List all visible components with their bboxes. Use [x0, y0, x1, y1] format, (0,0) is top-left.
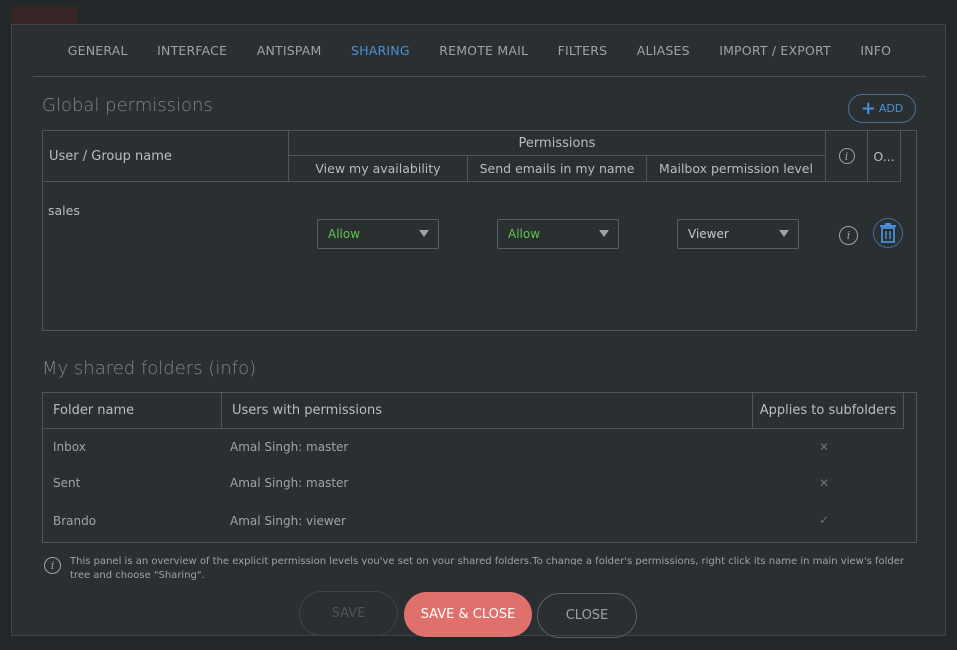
chevron-down-icon: [599, 230, 609, 237]
folder-name-cell[interactable]: Brando: [53, 514, 96, 528]
settings-dialog: GENERAL INTERFACE ANTISPAM SHARING REMOT…: [11, 24, 946, 636]
view-availability-value: Allow: [328, 227, 361, 241]
folder-users-cell: Amal Singh: master: [230, 440, 349, 454]
shared-folders-table: Folder name Users with permissions Appli…: [42, 392, 917, 543]
add-permission-button[interactable]: + ADD: [848, 94, 916, 123]
header-view-availability: View my availability: [289, 156, 468, 182]
checkmark-icon: ✓: [819, 513, 830, 527]
header-info: i: [826, 131, 868, 182]
chevron-down-icon: [779, 230, 789, 237]
tab-interface[interactable]: INTERFACE: [157, 43, 227, 58]
tab-filters[interactable]: FILTERS: [558, 43, 608, 58]
tab-aliases[interactable]: ALIASES: [637, 43, 690, 58]
tab-antispam[interactable]: ANTISPAM: [257, 43, 322, 58]
header-mailbox-level: Mailbox permission level: [647, 156, 826, 182]
info-icon[interactable]: i: [838, 148, 855, 164]
row-info-icon[interactable]: i: [839, 226, 858, 245]
settings-tabs: GENERAL INTERFACE ANTISPAM SHARING REMOT…: [33, 25, 926, 77]
tab-info[interactable]: INFO: [860, 43, 891, 58]
mailbox-level-select[interactable]: Viewer: [677, 219, 799, 249]
tab-general[interactable]: GENERAL: [68, 43, 128, 58]
folder-users-cell: Amal Singh: master: [230, 476, 349, 490]
header-folder-name: Folder name: [43, 393, 222, 429]
close-icon: ✕: [819, 440, 830, 454]
folder-users-cell: Amal Singh: viewer: [230, 514, 346, 528]
send-emails-value: Allow: [508, 227, 541, 241]
header-permissions: Permissions: [289, 131, 826, 156]
add-button-label: ADD: [878, 102, 904, 115]
shared-folders-title: My shared folders (info): [42, 358, 257, 379]
save-button[interactable]: SAVE: [299, 591, 398, 636]
info-icon: i: [44, 557, 61, 574]
view-availability-select[interactable]: Allow: [317, 219, 439, 249]
tab-remote-mail[interactable]: REMOTE MAIL: [439, 43, 528, 58]
global-permissions-title: Global permissions: [42, 95, 213, 116]
chevron-down-icon: [419, 230, 429, 237]
folder-name-cell[interactable]: Inbox: [53, 440, 86, 454]
close-icon: ✕: [819, 476, 830, 490]
trash-icon: [880, 223, 896, 243]
folder-name-cell[interactable]: Sent: [53, 476, 80, 490]
tab-sharing[interactable]: SHARING: [351, 43, 410, 58]
global-permissions-table: User / Group name Permissions View my av…: [42, 130, 917, 331]
header-send-emails: Send emails in my name: [468, 156, 647, 182]
header-user-group: User / Group name: [43, 131, 289, 182]
delete-permission-button[interactable]: [873, 218, 903, 248]
header-other: O...: [868, 131, 901, 182]
header-applies-subfolders: Applies to subfolders: [753, 393, 904, 429]
save-and-close-button[interactable]: SAVE & CLOSE: [404, 592, 532, 637]
plus-icon: +: [860, 97, 876, 119]
mailbox-level-value: Viewer: [688, 227, 729, 241]
close-button[interactable]: CLOSE: [537, 593, 637, 638]
permission-row-user: sales: [48, 203, 80, 218]
send-emails-select[interactable]: Allow: [497, 219, 619, 249]
header-users-permissions: Users with permissions: [222, 393, 753, 429]
tab-import-export[interactable]: IMPORT / EXPORT: [719, 43, 831, 58]
